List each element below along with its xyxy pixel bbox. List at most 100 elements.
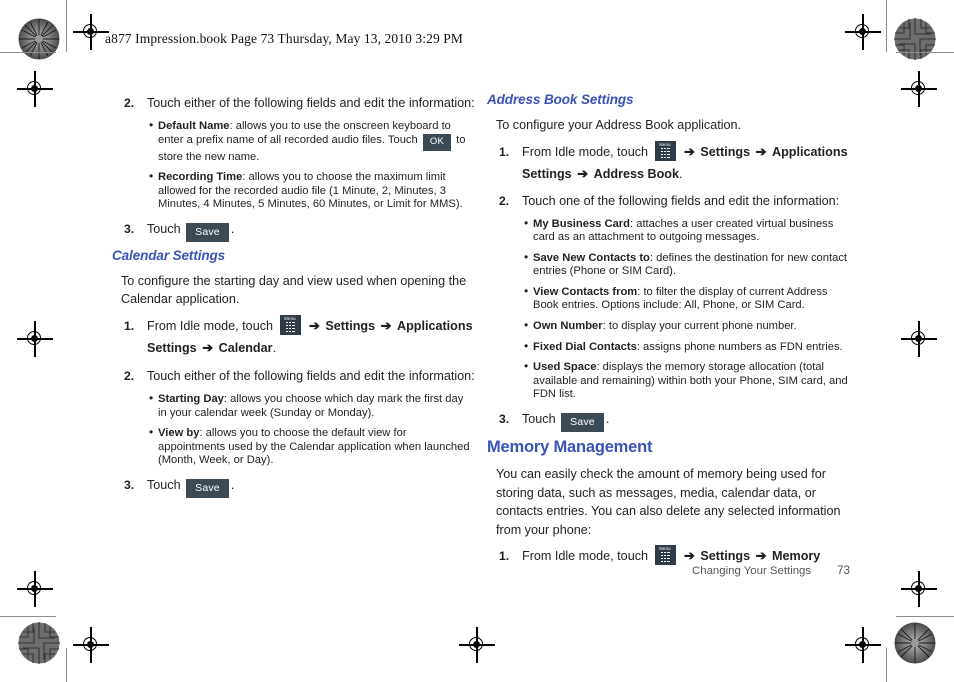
bullet-text: : allows you to choose the default view … bbox=[158, 427, 470, 467]
list-item: Starting Day: allows you choose which da… bbox=[149, 392, 475, 420]
list-item: My Business Card: attaches a user create… bbox=[524, 216, 850, 245]
left-column: 2. Touch either of the following fields … bbox=[112, 92, 475, 504]
step-prefix: From Idle mode, touch bbox=[522, 144, 648, 159]
trim-line-right-bottom bbox=[886, 648, 887, 682]
bullet-term: View Contacts from bbox=[533, 285, 638, 298]
bullet-list-address-book: My Business Card: attaches a user create… bbox=[487, 216, 850, 403]
trim-line-top-left bbox=[0, 52, 56, 53]
menu-key-label: Menu bbox=[659, 141, 671, 147]
right-column: Address Book Settings To configure your … bbox=[487, 92, 850, 573]
bullet-list-calendar: Starting Day: allows you choose which da… bbox=[112, 392, 475, 468]
step-item: 2. Touch either of the following fields … bbox=[112, 92, 475, 114]
registration-mark-right-lower bbox=[901, 321, 937, 357]
path-address-book: Address Book bbox=[593, 166, 679, 181]
save-button[interactable]: Save bbox=[186, 222, 229, 242]
path-memory: Memory bbox=[772, 549, 821, 564]
step-label: Touch bbox=[147, 477, 181, 492]
bullet-term: My Business Card bbox=[533, 217, 630, 230]
registration-mark-right-bottom bbox=[901, 571, 937, 607]
bullet-term: Starting Day bbox=[158, 392, 224, 405]
arrow-icon: ➔ bbox=[684, 143, 695, 159]
registration-mark-bottom-center bbox=[459, 627, 495, 663]
print-burst-target-top-right bbox=[894, 18, 936, 60]
step-text: Touch either of the following fields and… bbox=[147, 96, 475, 110]
step-number: 2. bbox=[124, 368, 135, 383]
registration-mark-bottom-left bbox=[73, 627, 109, 663]
step-item: 1. From Idle mode, touch Menu ➔ Settings… bbox=[487, 140, 850, 185]
step-number: 1. bbox=[124, 318, 135, 333]
save-button[interactable]: Save bbox=[561, 413, 604, 433]
section-intro-address-book: To configure your Address Book applicati… bbox=[496, 118, 742, 132]
bullet-term: Own Number bbox=[533, 320, 603, 333]
menu-key-label: Menu bbox=[659, 546, 671, 552]
book-file-header: a877 Impression.book Page 73 Thursday, M… bbox=[105, 31, 464, 46]
bullet-term: Default Name bbox=[158, 120, 230, 132]
step-number: 3. bbox=[124, 221, 135, 236]
list-item: Fixed Dial Contacts: assigns phone numbe… bbox=[524, 340, 850, 355]
trim-line-bottom-right bbox=[896, 616, 954, 617]
trim-line-right bbox=[886, 0, 887, 52]
bullet-term: Save New Contacts to bbox=[533, 251, 650, 264]
list-item: Save New Contacts to: defines the destin… bbox=[524, 251, 850, 279]
bullet-text: : to display your current phone number. bbox=[602, 320, 797, 333]
step-item: 1. From Idle mode, touch Menu ➔ Settings… bbox=[112, 314, 475, 359]
print-burst-target-bottom-right bbox=[894, 622, 936, 664]
step-label: Touch bbox=[522, 412, 556, 427]
trim-line-top-right bbox=[896, 52, 954, 53]
print-burst-target-bottom-left bbox=[18, 622, 60, 664]
step-text: Touch one of the following fields and ed… bbox=[522, 193, 840, 208]
arrow-icon: ➔ bbox=[755, 143, 767, 159]
list-item: View by: allows you to choose the defaul… bbox=[149, 426, 475, 468]
step-item: 2. Touch either of the following fields … bbox=[112, 365, 475, 387]
arrow-icon: ➔ bbox=[309, 317, 320, 333]
step-number: 3. bbox=[499, 412, 510, 427]
step-item: 3. Touch Save. bbox=[487, 409, 850, 433]
registration-mark-left-lower bbox=[17, 321, 53, 357]
path-settings: Settings bbox=[325, 318, 376, 333]
registration-mark-left-upper bbox=[17, 71, 53, 107]
bullet-term: View by bbox=[158, 427, 200, 440]
step-period: . bbox=[230, 221, 235, 236]
save-button[interactable]: Save bbox=[186, 478, 229, 498]
section-intro-memory: You can easily check the amount of memor… bbox=[496, 467, 841, 537]
arrow-icon: ➔ bbox=[755, 548, 767, 564]
bullet-text: : assigns phone numbers as FDN entries. bbox=[636, 340, 843, 353]
step-period: . bbox=[678, 166, 683, 181]
menu-key-icon[interactable]: Menu bbox=[654, 140, 676, 161]
arrow-icon: ➔ bbox=[577, 165, 589, 181]
path-settings: Settings bbox=[700, 549, 751, 564]
registration-mark-bottom-right bbox=[845, 627, 881, 663]
section-heading-calendar-settings: Calendar Settings bbox=[112, 247, 226, 263]
list-item: Own Number: to display your current phon… bbox=[524, 319, 850, 334]
menu-key-icon[interactable]: Menu bbox=[654, 545, 676, 566]
list-item: Recording Time: allows you to choose the… bbox=[149, 170, 475, 212]
step-number: 1. bbox=[499, 144, 510, 159]
section-heading-memory-management: Memory Management bbox=[487, 438, 653, 457]
step-item: 3. Touch Save. bbox=[112, 475, 475, 498]
step-period: . bbox=[605, 412, 610, 427]
registration-mark-top-right bbox=[845, 14, 881, 50]
section-intro-calendar: To configure the starting day and view u… bbox=[121, 273, 467, 307]
trim-line-left-bottom bbox=[66, 648, 67, 682]
step-prefix: From Idle mode, touch bbox=[522, 549, 648, 564]
step-label: Touch bbox=[147, 221, 181, 236]
trim-line-bottom-left bbox=[0, 616, 56, 617]
step-text: Touch either of the following fields and… bbox=[147, 368, 475, 383]
menu-key-label: Menu bbox=[284, 315, 296, 321]
arrow-icon: ➔ bbox=[684, 548, 695, 564]
page-footer: Changing Your Settings 73 bbox=[487, 564, 850, 577]
path-calendar: Calendar bbox=[218, 340, 273, 355]
step-period: . bbox=[272, 340, 277, 355]
bullet-term: Recording Time bbox=[158, 171, 243, 184]
footer-page-number: 73 bbox=[837, 564, 850, 577]
menu-key-icon[interactable]: Menu bbox=[279, 314, 301, 335]
registration-mark-top-left bbox=[73, 14, 109, 50]
list-item: Default Name: allows you to use the onsc… bbox=[149, 119, 475, 164]
bullet-term: Used Space bbox=[533, 361, 597, 374]
step-item: 3. Touch Save. bbox=[112, 219, 475, 242]
ok-button[interactable]: OK bbox=[422, 133, 451, 151]
list-item: Used Space: displays the memory storage … bbox=[524, 360, 850, 402]
arrow-icon: ➔ bbox=[380, 317, 392, 333]
list-item: View Contacts from: to filter the displa… bbox=[524, 285, 850, 313]
arrow-icon: ➔ bbox=[202, 339, 214, 355]
